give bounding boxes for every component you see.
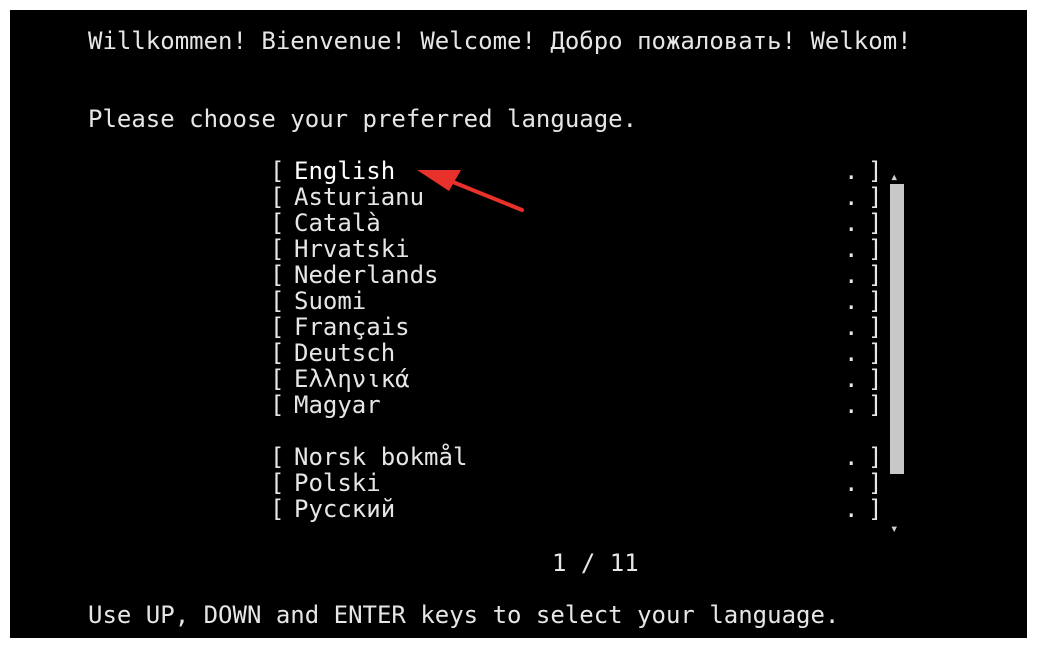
page-indicator: 1 / 11 [552, 549, 639, 577]
bracket-left: [ [270, 365, 285, 393]
language-item-polski[interactable]: [ Polski . ] [270, 470, 890, 496]
bracket-right: ] [868, 235, 883, 263]
row-dot: . [844, 365, 859, 393]
bracket-left: [ [270, 339, 285, 367]
language-item-english[interactable]: [ English . ] [270, 158, 890, 184]
row-dot: . [844, 339, 859, 367]
language-item-nederlands[interactable]: [ Nederlands . ] [270, 262, 890, 288]
bracket-right: ] [868, 339, 883, 367]
language-label: Suomi [294, 287, 367, 315]
language-label: English [294, 157, 396, 185]
language-item-hrvatski[interactable]: [ Hrvatski . ] [270, 236, 890, 262]
language-item-norsk-bokmal[interactable]: [ Norsk bokmål . ] [270, 444, 890, 470]
scrollbar-thumb[interactable] [890, 184, 904, 474]
language-item-suomi[interactable]: [ Suomi . ] [270, 288, 890, 314]
language-prompt: Please choose your preferred language. [88, 105, 638, 133]
row-dot: . [844, 313, 859, 341]
row-dot: . [844, 391, 859, 419]
language-item-deutsch[interactable]: [ Deutsch . ] [270, 340, 890, 366]
language-label: Català [294, 209, 381, 237]
keyboard-hint: Use UP, DOWN and ENTER keys to select yo… [88, 601, 840, 629]
language-label: Asturianu [294, 183, 425, 211]
bracket-right: ] [868, 365, 883, 393]
row-dot: . [844, 157, 859, 185]
bracket-left: [ [270, 183, 285, 211]
bracket-left: [ [270, 235, 285, 263]
language-item-ellinika[interactable]: [ Ελληνικά . ] [270, 366, 890, 392]
language-label: Deutsch [294, 339, 396, 367]
row-dot: . [844, 443, 859, 471]
language-item-asturianu[interactable]: [ Asturianu . ] [270, 184, 890, 210]
language-label: Norsk bokmål [294, 443, 468, 471]
language-item-magyar[interactable]: [ Magyar . ] [270, 392, 890, 418]
bracket-right: ] [868, 391, 883, 419]
bracket-left: [ [270, 287, 285, 315]
bracket-right: ] [868, 313, 883, 341]
bracket-left: [ [270, 261, 285, 289]
row-dot: . [844, 287, 859, 315]
language-item-russkiy[interactable]: [ Русский . ] [270, 496, 890, 522]
bracket-right: ] [868, 209, 883, 237]
bracket-left: [ [270, 495, 285, 523]
row-dot: . [844, 495, 859, 523]
bracket-right: ] [868, 287, 883, 315]
bracket-right: ] [868, 495, 883, 523]
language-label: Hrvatski [294, 235, 410, 263]
bracket-left: [ [270, 157, 285, 185]
bracket-right: ] [868, 443, 883, 471]
row-dot: . [844, 261, 859, 289]
bracket-right: ] [868, 183, 883, 211]
installer-screen: Willkommen! Bienvenue! Welcome! Добро по… [10, 10, 1027, 638]
list-scrollbar[interactable]: ▴ ▾ [890, 169, 904, 537]
language-item-francais[interactable]: [ Français . ] [270, 314, 890, 340]
bracket-left: [ [270, 209, 285, 237]
language-label: Ελληνικά [294, 365, 410, 393]
bracket-right: ] [868, 157, 883, 185]
language-label: Русский [294, 495, 396, 523]
language-label: Français [294, 313, 410, 341]
bracket-right: ] [868, 261, 883, 289]
row-dot: . [844, 235, 859, 263]
bracket-left: [ [270, 469, 285, 497]
row-dot: . [844, 183, 859, 211]
language-label: Magyar [294, 391, 381, 419]
language-label: Nederlands [294, 261, 439, 289]
row-dot: . [844, 209, 859, 237]
welcome-banner: Willkommen! Bienvenue! Welcome! Добро по… [88, 27, 912, 55]
scroll-down-icon[interactable]: ▾ [890, 516, 898, 542]
bracket-left: [ [270, 313, 285, 341]
row-dot: . [844, 469, 859, 497]
bracket-left: [ [270, 391, 285, 419]
language-label: Polski [294, 469, 381, 497]
bracket-right: ] [868, 469, 883, 497]
bracket-left: [ [270, 443, 285, 471]
language-item-catala[interactable]: [ Català . ] [270, 210, 890, 236]
